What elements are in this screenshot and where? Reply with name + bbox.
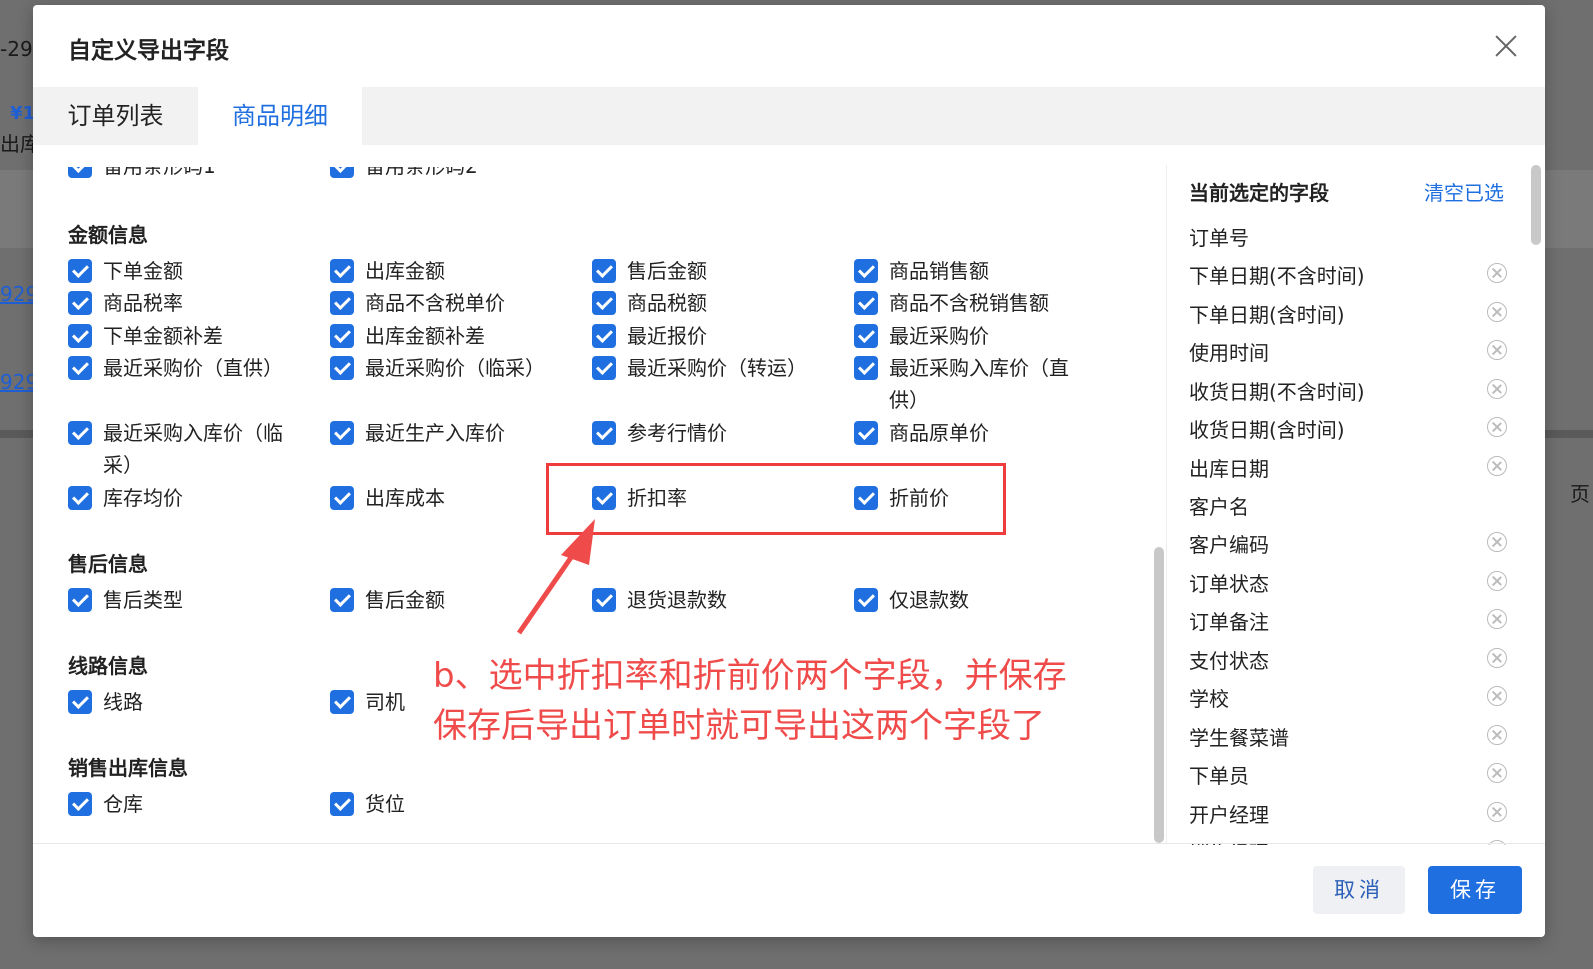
annotation-arrow-icon <box>516 519 595 635</box>
background-price: ¥1 <box>10 103 36 124</box>
background-date: -29 <box>0 37 33 61</box>
annotation-text-line2: 保存后导出订单时就可导出这两个字段了 <box>433 706 1045 746</box>
export-fields-dialog: 自定义导出字段 订单列表 商品明细 留用条形码1 留用条形码2 金额信息 下单金… <box>33 5 1545 937</box>
background-pager: 页 <box>1570 482 1590 506</box>
annotation-text-line1: b、选中折扣率和折前价两个字段，并保存 <box>433 656 1067 696</box>
